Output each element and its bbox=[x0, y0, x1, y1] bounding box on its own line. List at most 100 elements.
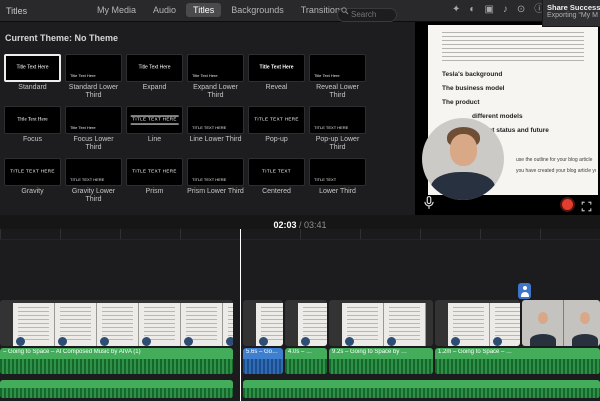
video-clip[interactable] bbox=[0, 300, 233, 346]
title-thumbnail: Title Text Here bbox=[126, 54, 183, 82]
title-thumbnail: TITLE TEXT bbox=[309, 158, 366, 186]
doc-heading: The product bbox=[442, 99, 592, 106]
video-clip[interactable] bbox=[522, 300, 600, 346]
title-label: Centered bbox=[248, 188, 305, 204]
title-item-prism-lower-third[interactable]: TITLE TEXT HEREPrism Lower Third bbox=[187, 158, 244, 204]
title-item-reveal-lower-third[interactable]: Title Text HereReveal Lower Third bbox=[309, 54, 366, 100]
title-item-line-lower-third[interactable]: TITLE TEXT HERELine Lower Third bbox=[187, 106, 244, 152]
top-toolbar: Titles My MediaAudioTitlesBackgroundsTra… bbox=[0, 0, 600, 22]
fullscreen-icon[interactable] bbox=[581, 199, 592, 210]
playhead[interactable] bbox=[240, 229, 241, 401]
thumb-webcam-dot bbox=[142, 337, 151, 346]
crop-icon[interactable]: ▣ bbox=[484, 4, 493, 16]
person-face bbox=[450, 134, 477, 165]
voiceover-mic-button[interactable] bbox=[423, 196, 437, 210]
clip-thumbnail bbox=[256, 303, 283, 346]
title-item-standard-lower-third[interactable]: Title Text Here Standard Lower Third bbox=[65, 54, 122, 100]
title-item-gravity[interactable]: TITLE TEXT HEREGravity bbox=[4, 158, 61, 204]
thumb-text-lines bbox=[453, 307, 484, 340]
title-thumbnail: Title Text Here bbox=[4, 106, 61, 134]
title-label: Standard Lower Third bbox=[65, 84, 122, 100]
audio-clip[interactable]: – Going to Space – AI Composed Music by … bbox=[0, 348, 233, 374]
thumb-text-lines bbox=[102, 307, 133, 340]
audio-clip[interactable]: 4.0s – … bbox=[285, 348, 327, 374]
title-preview-text: TITLE TEXT HERE bbox=[254, 118, 299, 123]
title-thumbnail: TITLE TEXT HERE bbox=[4, 158, 61, 186]
color-balance-icon[interactable]: ◐ bbox=[469, 4, 475, 16]
video-clip[interactable] bbox=[329, 300, 433, 346]
thumb-text-lines bbox=[389, 307, 420, 340]
waveform bbox=[285, 359, 327, 374]
title-preview-text: TITLE TEXT HERE bbox=[314, 126, 348, 130]
waveform bbox=[243, 388, 600, 398]
waveform bbox=[435, 359, 600, 374]
doc-footer-line: use the outline for your blog article bbox=[516, 157, 596, 163]
audio-clip[interactable]: 5.6s – Go… bbox=[243, 348, 283, 374]
title-item-prism[interactable]: TITLE TEXT HEREPrism bbox=[126, 158, 183, 204]
thumb-text-lines bbox=[303, 307, 327, 340]
title-item-focus[interactable]: Title Text HereFocus bbox=[4, 106, 61, 152]
thumb-text-lines bbox=[228, 307, 233, 340]
speed-icon[interactable]: ⊙ bbox=[517, 4, 525, 16]
volume-icon[interactable]: ♪ bbox=[503, 4, 508, 16]
clip-thumbnail bbox=[490, 303, 520, 346]
title-item-expand-lower-third[interactable]: Title Text HereExpand Lower Third bbox=[187, 54, 244, 100]
title-item-line[interactable]: TITLE TEXT HERELine bbox=[126, 106, 183, 152]
notification-title: Share Successful bbox=[547, 3, 600, 12]
audio-clip[interactable]: 1.2m – Going to Space – … bbox=[435, 348, 600, 374]
title-thumbnail: TITLE TEXT HERE bbox=[126, 106, 183, 134]
timeline-tracks: – Going to Space – AI Composed Music by … bbox=[0, 240, 600, 401]
viewer-toolbar-icons: ✦◐▣♪⊙ⓘ bbox=[452, 4, 544, 16]
clip-thumbnail bbox=[97, 303, 139, 346]
title-thumbnail: TITLE TEXT HERE bbox=[65, 158, 122, 186]
title-item-standard[interactable]: Title Text HereStandard bbox=[4, 54, 61, 100]
title-preview-text: TITLE TEXT HERE bbox=[132, 170, 177, 175]
title-label: Pop-up bbox=[248, 136, 305, 152]
title-preview-text: Title Text Here bbox=[70, 126, 96, 130]
title-label: Focus Lower Third bbox=[65, 136, 122, 152]
timeline-ruler[interactable] bbox=[0, 229, 600, 240]
enhance-icon[interactable]: ✦ bbox=[452, 4, 460, 16]
thumb-text-lines bbox=[261, 307, 283, 340]
title-item-centered[interactable]: TITLE TEXTCentered bbox=[248, 158, 305, 204]
thumb-webcam-dot bbox=[493, 337, 502, 346]
tab-backgrounds[interactable]: Backgrounds bbox=[224, 3, 291, 17]
connected-clip-badge[interactable] bbox=[518, 283, 531, 299]
audio-clip-label: – Going to Space – AI Composed Music by … bbox=[3, 349, 231, 355]
music-clip[interactable] bbox=[0, 380, 233, 398]
clip-thumbnail bbox=[564, 300, 600, 346]
title-preview-text: Title Text Here bbox=[17, 117, 47, 123]
title-item-pop-up[interactable]: TITLE TEXT HERE Pop-up bbox=[248, 106, 305, 152]
clip-thumbnail bbox=[181, 303, 223, 346]
title-item-pop-up-lower-third[interactable]: TITLE TEXT HEREPop-up Lower Third bbox=[309, 106, 366, 152]
title-thumbnail: TITLE TEXT HERE bbox=[187, 106, 244, 134]
title-label: Lower Third bbox=[309, 188, 366, 204]
video-clip[interactable] bbox=[435, 300, 520, 346]
title-item-gravity-lower-third[interactable]: TITLE TEXT HEREGravity Lower Third bbox=[65, 158, 122, 204]
tab-titles[interactable]: Titles bbox=[186, 3, 221, 17]
thumb-webcam-dot bbox=[345, 337, 354, 346]
timeline-header: 02:03 / 03:41 bbox=[0, 215, 600, 229]
doc-heading: Tesla's background bbox=[442, 71, 592, 78]
thumb-webcam-dot bbox=[259, 337, 268, 346]
title-item-lower-third[interactable]: TITLE TEXT Lower Third bbox=[309, 158, 366, 204]
title-preview-text: Title Text Here bbox=[139, 65, 171, 71]
video-preview-document: Tesla's backgroundThe business modelThe … bbox=[428, 25, 598, 195]
viewer: Tesla's backgroundThe business modelThe … bbox=[415, 22, 600, 215]
video-clip[interactable] bbox=[243, 300, 283, 346]
clip-thumbnail bbox=[384, 303, 426, 346]
tab-audio[interactable]: Audio bbox=[146, 3, 183, 17]
title-preview-text: TITLE TEXT HERE bbox=[70, 178, 104, 182]
music-clip[interactable] bbox=[243, 380, 600, 398]
title-item-expand[interactable]: Title Text HereExpand bbox=[126, 54, 183, 100]
title-preview-text: Title Text Here bbox=[70, 74, 96, 78]
title-item-focus-lower-third[interactable]: Title Text Here Focus Lower Third bbox=[65, 106, 122, 152]
thumb-text-lines bbox=[347, 307, 378, 340]
title-item-reveal[interactable]: Title Text HereReveal bbox=[248, 54, 305, 100]
record-button[interactable] bbox=[562, 199, 573, 210]
share-notification[interactable]: Share Successful Exporting “My M bbox=[542, 0, 600, 27]
tab-my-media[interactable]: My Media bbox=[90, 3, 143, 17]
video-clip[interactable] bbox=[285, 300, 327, 346]
audio-clip[interactable]: 9.2s – Going to Space by … bbox=[329, 348, 433, 374]
thumb-face bbox=[580, 312, 590, 324]
